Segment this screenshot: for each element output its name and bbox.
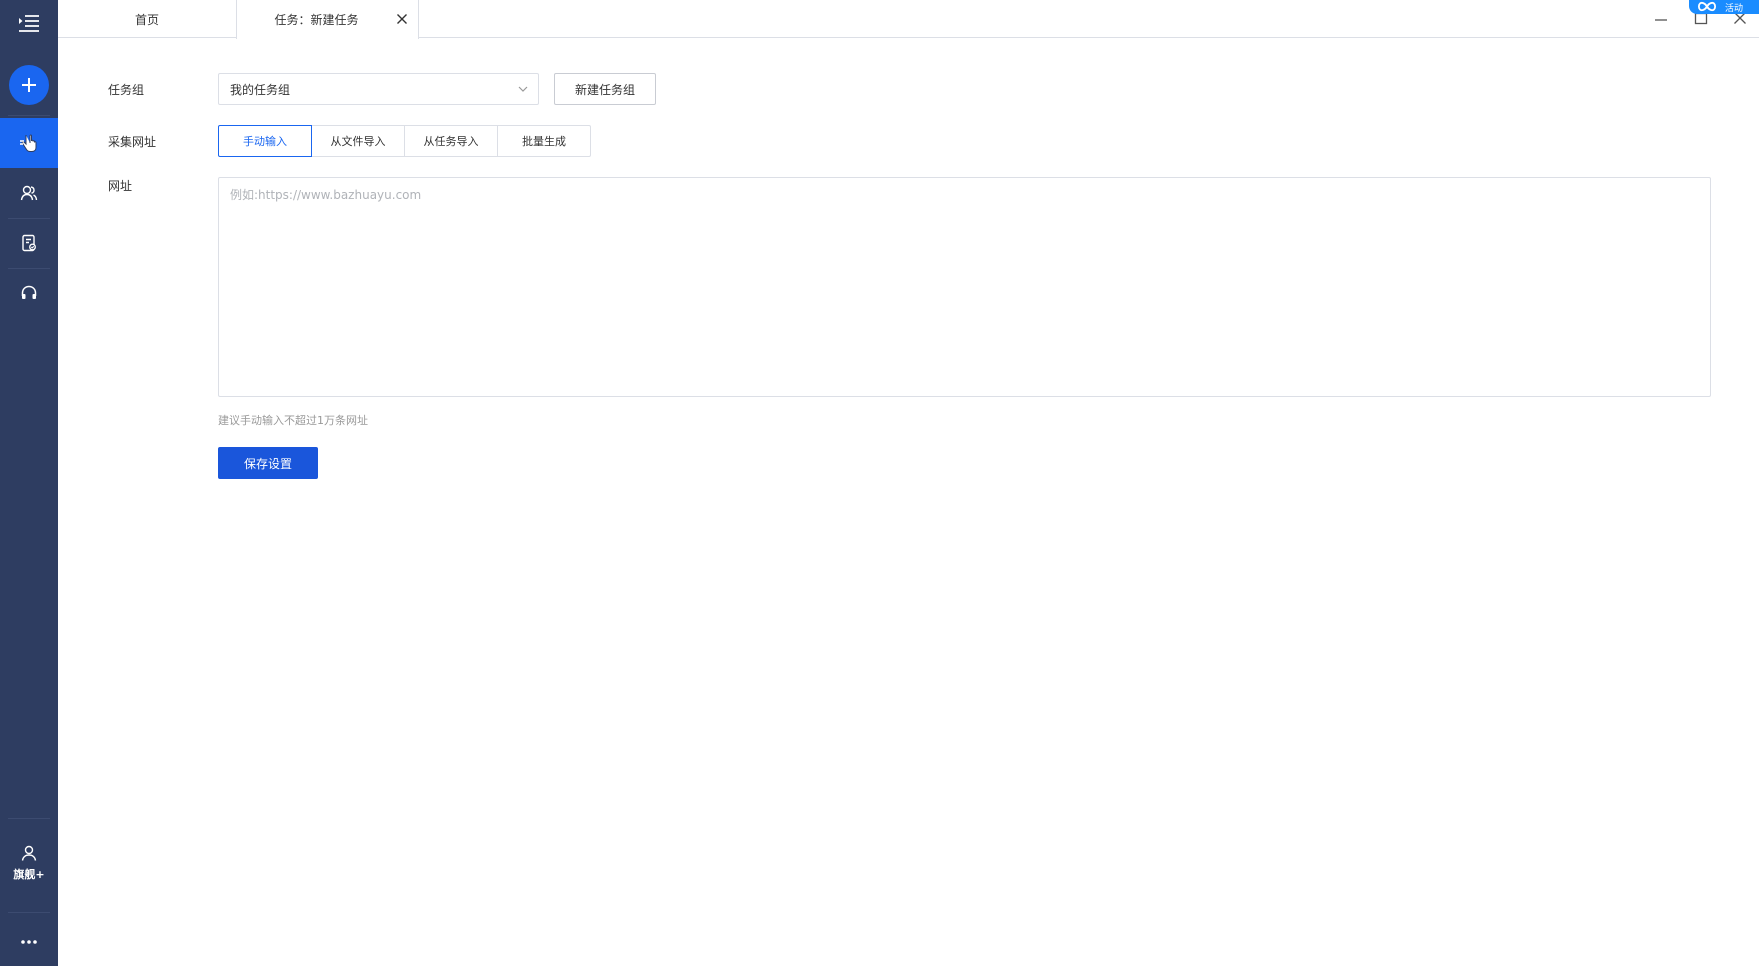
more-icon[interactable] (0, 925, 58, 959)
menu-toggle-icon[interactable] (0, 0, 58, 46)
sidebar: 旗舰+ (0, 0, 58, 966)
save-settings-button[interactable]: 保存设置 (218, 447, 318, 479)
sidebar-item-tasks[interactable] (0, 118, 58, 168)
activity-badge[interactable]: 活动 (1689, 0, 1759, 14)
users-icon (20, 185, 38, 201)
tab-home-label: 首页 (134, 12, 159, 27)
activity-badge-label: 活动 (1725, 3, 1744, 14)
mode-batch-generate[interactable]: 批量生成 (497, 125, 591, 157)
minimize-icon[interactable] (1653, 10, 1669, 26)
sidebar-item-data[interactable] (0, 218, 58, 268)
url-textarea[interactable]: 例如:https://www.bazhuayu.com (218, 177, 1711, 397)
task-group-label: 任务组 (108, 83, 145, 97)
user-icon (21, 845, 37, 861)
url-hint: 建议手动输入不超过1万条网址 (218, 414, 368, 427)
close-icon[interactable] (396, 13, 408, 25)
sidebar-divider (8, 115, 50, 116)
document-check-icon (22, 234, 36, 252)
task-group-select[interactable]: 我的任务组 (218, 73, 539, 105)
mode-import-file[interactable]: 从文件导入 (311, 125, 405, 157)
sidebar-item-templates[interactable] (0, 168, 58, 218)
user-account[interactable]: 旗舰+ (0, 838, 58, 888)
chevron-down-icon (518, 86, 528, 92)
new-task-group-button[interactable]: 新建任务组 (554, 73, 656, 105)
mode-manual-input[interactable]: 手动输入 (218, 125, 312, 157)
tab-bar: 首页 任务：新建任务 (58, 0, 1759, 39)
infinity-icon (1697, 1, 1717, 12)
tab-home[interactable]: 首页 (58, 0, 236, 38)
url-input-mode-selector: 手动输入 从文件导入 从任务导入 批量生成 (218, 125, 591, 157)
tab-new-task[interactable]: 任务：新建任务 (236, 0, 419, 39)
task-group-value: 我的任务组 (230, 82, 291, 97)
sidebar-item-support[interactable] (0, 268, 58, 318)
collect-urls-label: 采集网址 (108, 135, 157, 149)
hand-pointer-icon (20, 134, 37, 152)
mode-import-task[interactable]: 从任务导入 (404, 125, 498, 157)
plan-label: 旗舰+ (13, 867, 45, 881)
url-label: 网址 (108, 179, 133, 193)
headset-icon (21, 285, 37, 299)
add-task-button[interactable] (9, 65, 49, 105)
sidebar-divider (8, 912, 50, 913)
tab-new-task-label: 任务：新建任务 (274, 13, 359, 27)
sidebar-divider (8, 818, 50, 819)
